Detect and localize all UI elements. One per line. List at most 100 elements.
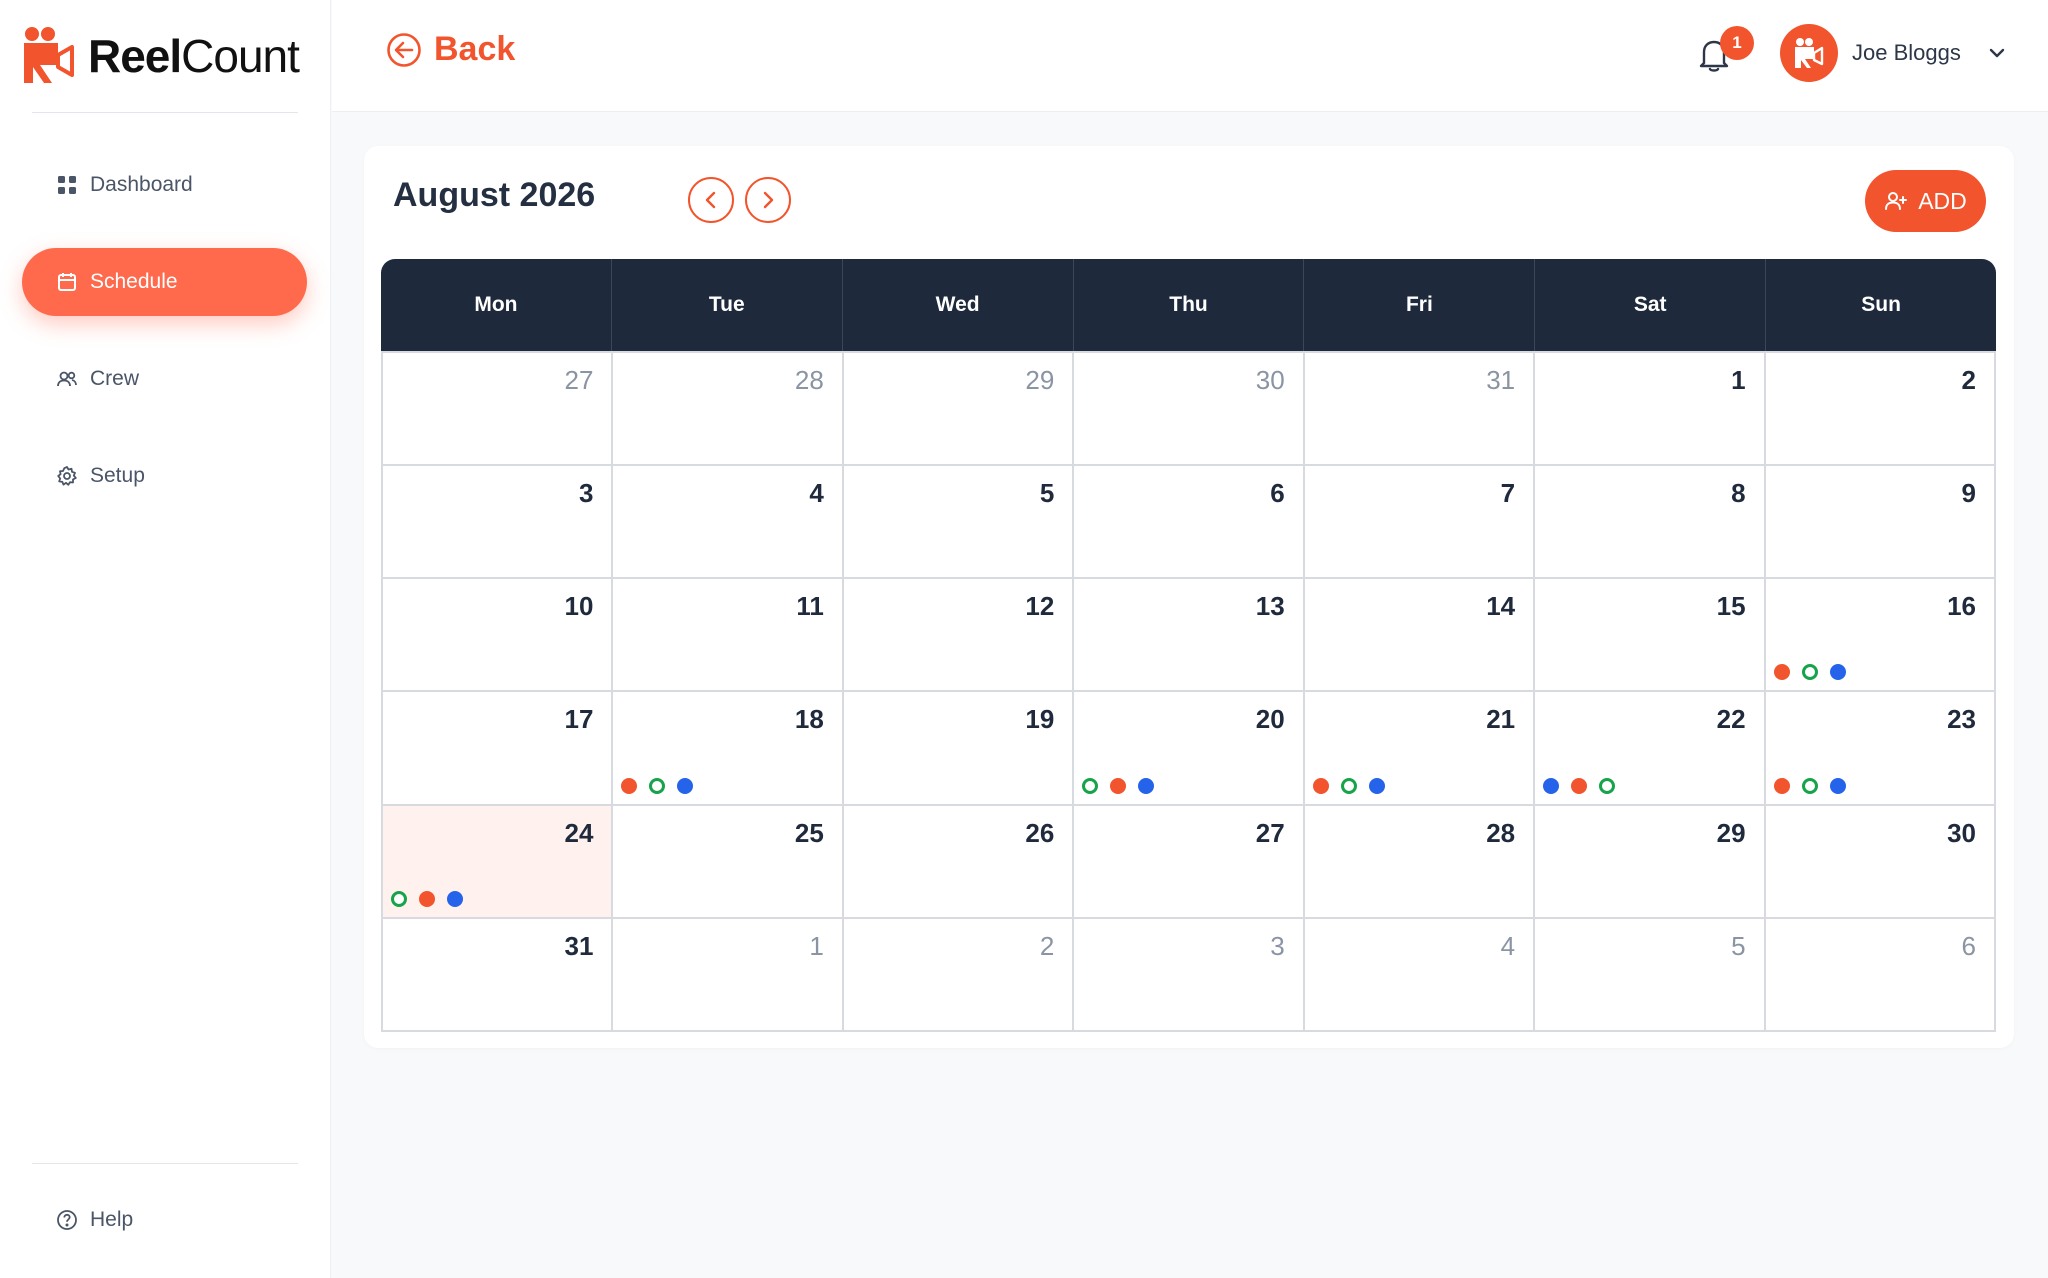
calendar-day[interactable]: 7 <box>1304 466 1536 580</box>
calendar-day[interactable]: 2 <box>1765 353 1996 467</box>
month-title: August 2026 <box>393 176 596 214</box>
sidebar-item-crew[interactable]: Crew <box>22 345 307 413</box>
reelcount-logo[interactable]: ReelCount <box>20 24 300 88</box>
calendar-day[interactable]: 30 <box>1074 353 1305 467</box>
event-dot-orange[interactable] <box>419 890 435 907</box>
day-number: 21 <box>1486 704 1516 735</box>
calendar-day[interactable]: 29 <box>1535 805 1766 919</box>
event-dot-blue[interactable] <box>1829 664 1846 681</box>
sidebar-item-setup[interactable]: Setup <box>22 442 307 510</box>
calendar-day[interactable]: 25 <box>613 805 844 919</box>
calendar-day[interactable]: 13 <box>1074 579 1305 693</box>
day-number: 12 <box>1025 591 1055 622</box>
calendar-day[interactable]: 15 <box>1535 579 1766 693</box>
avatar <box>1780 24 1838 82</box>
calendar-day[interactable]: 31 <box>1304 353 1536 467</box>
sidebar-item-label: Schedule <box>90 270 178 293</box>
sidebar-item-dashboard[interactable]: Dashboard <box>22 151 307 219</box>
event-dot-orange[interactable] <box>1110 777 1127 794</box>
event-dot-ring[interactable] <box>1082 777 1099 794</box>
day-number: 29 <box>1716 817 1746 848</box>
event-dot-blue[interactable] <box>1829 777 1846 794</box>
calendar-day[interactable]: 20 <box>1074 692 1305 806</box>
calendar-day[interactable]: 6 <box>1074 466 1305 580</box>
calendar-day[interactable]: 30 <box>1765 805 1996 919</box>
event-dot-ring[interactable] <box>1340 777 1357 794</box>
calendar-day[interactable]: 31 <box>383 918 614 1032</box>
day-number: 15 <box>1716 591 1746 622</box>
brand-name: ReelCount <box>88 30 300 82</box>
calendar-day[interactable]: 16 <box>1765 579 1996 693</box>
calendar-day[interactable]: 23 <box>1765 692 1996 806</box>
event-indicators <box>1773 664 1846 681</box>
calendar-day[interactable]: 21 <box>1304 692 1536 806</box>
event-dot-orange[interactable] <box>1773 777 1790 794</box>
sidebar-item-help[interactable]: Help <box>22 1186 307 1254</box>
calendar-day[interactable]: 9 <box>1765 466 1996 580</box>
event-dot-blue[interactable] <box>1368 777 1385 794</box>
event-indicators <box>391 890 463 907</box>
calendar-day[interactable]: 2 <box>843 918 1075 1032</box>
notification-count-badge: 1 <box>1720 26 1754 60</box>
calendar-day[interactable]: 12 <box>843 579 1075 693</box>
calendar-day[interactable]: 3 <box>1074 918 1305 1032</box>
calendar-day[interactable]: 8 <box>1535 466 1766 580</box>
calendar-day-today[interactable]: 24 <box>383 805 614 919</box>
day-number: 18 <box>794 704 824 735</box>
event-dot-ring[interactable] <box>1801 777 1818 794</box>
calendar-day[interactable]: 1 <box>613 918 844 1032</box>
calendar-day[interactable]: 19 <box>843 692 1075 806</box>
event-dot-ring[interactable] <box>391 890 407 907</box>
event-dot-orange[interactable] <box>1773 664 1790 681</box>
event-dot-blue[interactable] <box>677 777 694 794</box>
calendar-day[interactable]: 18 <box>613 692 844 806</box>
day-number: 8 <box>1731 478 1746 509</box>
calendar-day[interactable]: 29 <box>843 353 1075 467</box>
sidebar-item-label: Help <box>90 1208 134 1231</box>
calendar-day[interactable]: 4 <box>1304 918 1536 1032</box>
top-bar: Back 1 Joe Bloggs <box>332 0 2048 112</box>
event-dot-blue[interactable] <box>1138 777 1155 794</box>
chevron-left-icon <box>705 191 716 209</box>
previous-month-button[interactable] <box>688 177 734 223</box>
calendar-day[interactable]: 11 <box>613 579 844 693</box>
calendar-day[interactable]: 28 <box>613 353 844 467</box>
weekday-header: Mon Tue Wed Thu Fri Sat Sun <box>381 259 1996 351</box>
calendar-day[interactable]: 17 <box>383 692 614 806</box>
event-dot-blue[interactable] <box>1543 777 1560 794</box>
sidebar-divider <box>32 112 298 113</box>
calendar-day[interactable]: 6 <box>1765 918 1996 1032</box>
sidebar-item-schedule[interactable]: Schedule <box>22 248 307 316</box>
event-dot-ring[interactable] <box>649 777 666 794</box>
add-button[interactable]: ADD <box>1865 170 1986 232</box>
arrow-left-circle-icon <box>387 32 421 67</box>
calendar-day[interactable]: 22 <box>1535 692 1766 806</box>
event-dot-ring[interactable] <box>1801 664 1818 681</box>
back-button[interactable]: Back <box>386 30 515 69</box>
event-indicators <box>1773 777 1846 794</box>
event-dot-blue[interactable] <box>447 890 463 907</box>
sidebar-item-label: Dashboard <box>90 173 193 196</box>
next-month-button[interactable] <box>745 177 791 223</box>
calendar-day[interactable]: 27 <box>383 353 614 467</box>
user-menu[interactable]: Joe Bloggs <box>1780 24 2009 82</box>
event-dot-orange[interactable] <box>621 777 638 794</box>
event-dot-orange[interactable] <box>1312 777 1329 794</box>
calendar-day[interactable]: 3 <box>383 466 614 580</box>
calendar-day[interactable]: 1 <box>1535 353 1766 467</box>
day-number: 22 <box>1716 704 1746 735</box>
calendar-day[interactable]: 10 <box>383 579 614 693</box>
day-number: 7 <box>1500 478 1516 509</box>
event-dot-orange[interactable] <box>1571 777 1588 794</box>
calendar-day[interactable]: 4 <box>613 466 844 580</box>
weekday-label: Wed <box>843 259 1074 351</box>
weekday-label: Sat <box>1535 259 1767 351</box>
calendar-day[interactable]: 5 <box>843 466 1075 580</box>
calendar-day[interactable]: 5 <box>1535 918 1766 1032</box>
calendar-day[interactable]: 26 <box>843 805 1075 919</box>
calendar-day[interactable]: 27 <box>1074 805 1305 919</box>
event-dot-ring[interactable] <box>1599 777 1616 794</box>
calendar-day[interactable]: 14 <box>1304 579 1536 693</box>
day-number: 23 <box>1947 704 1976 735</box>
calendar-day[interactable]: 28 <box>1304 805 1536 919</box>
